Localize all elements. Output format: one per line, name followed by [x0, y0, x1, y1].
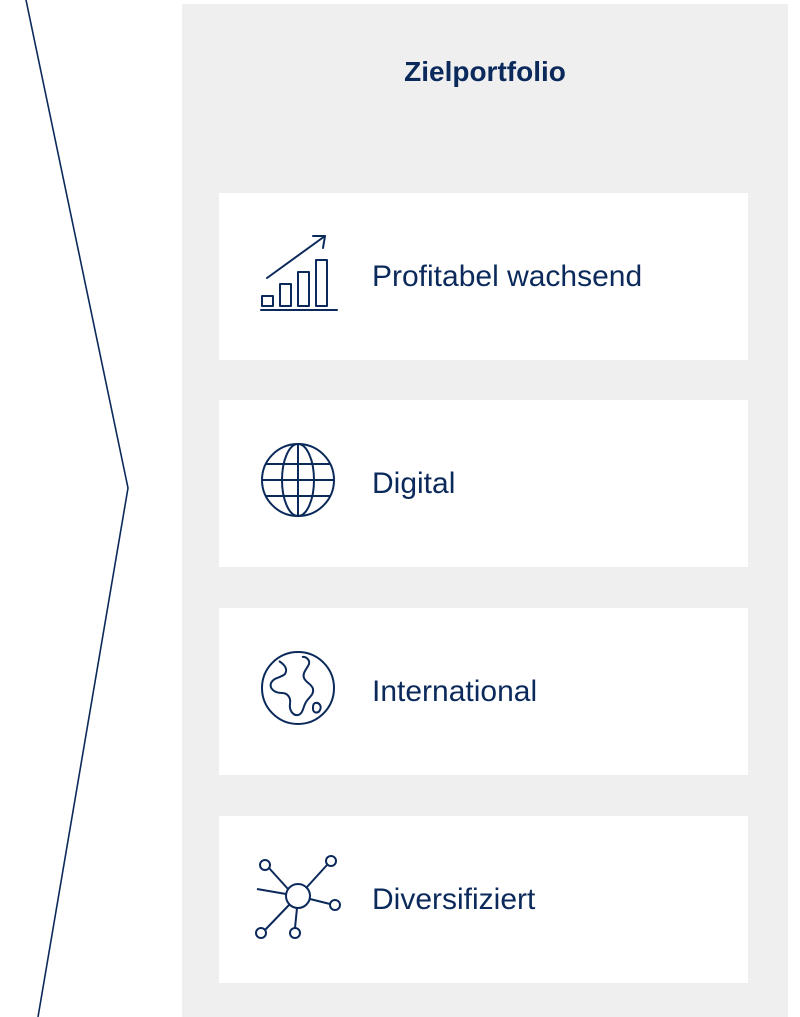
target-portfolio-panel: Zielportfolio Profitabel wachsend Digita…: [182, 4, 788, 1017]
globe-grid-icon: [255, 437, 341, 523]
growth-chart-icon: [255, 230, 341, 316]
card-label-international: International: [372, 675, 538, 708]
network-hub-icon: [255, 853, 341, 939]
panel-title: Zielportfolio: [404, 56, 566, 87]
portfolio-card-international: International: [219, 608, 748, 775]
portfolio-card-profitable-growth: Profitabel wachsend: [219, 193, 748, 360]
card-label-diversified: Diversifiziert: [372, 883, 536, 916]
portfolio-card-diversified: Diversifiziert: [219, 816, 748, 983]
world-map-icon: [255, 645, 341, 731]
chevron-divider: [25, 0, 129, 1017]
portfolio-card-digital: Digital: [219, 400, 748, 567]
card-label-digital: Digital: [372, 467, 456, 500]
card-label-profitable-growth: Profitabel wachsend: [372, 260, 643, 293]
